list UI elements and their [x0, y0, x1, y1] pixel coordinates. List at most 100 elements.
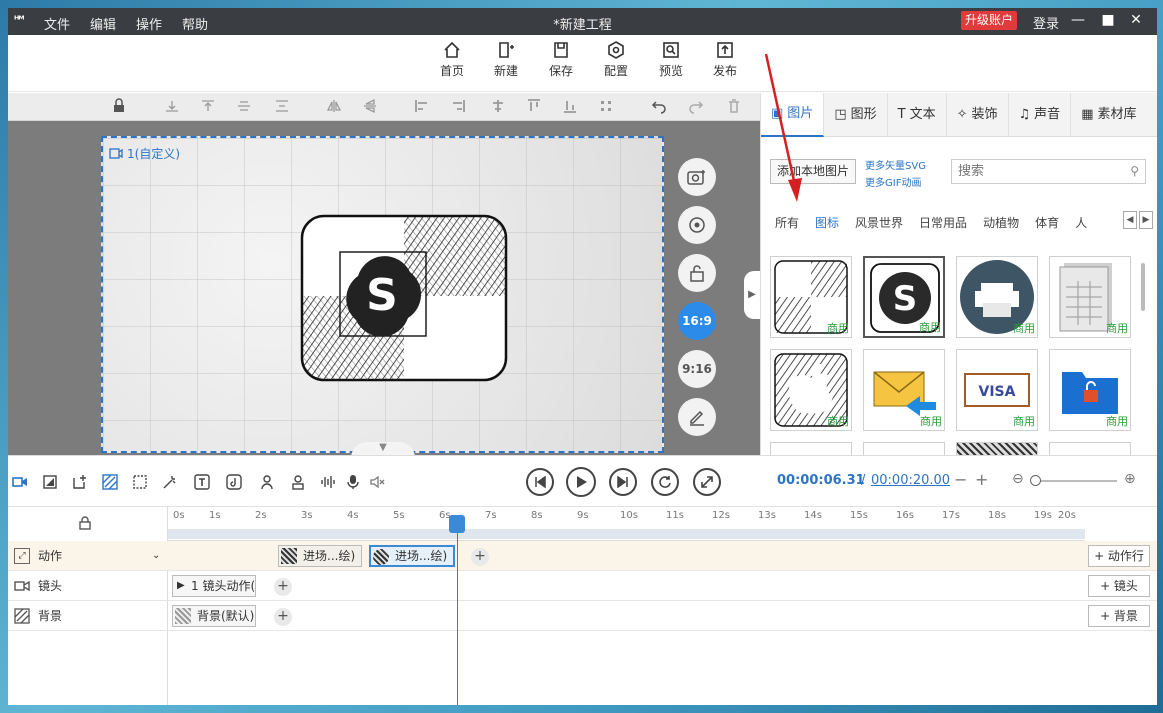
maximize-icon[interactable]: ■ [1098, 12, 1118, 28]
timeline-lock-icon[interactable] [78, 516, 92, 530]
align-right-icon[interactable] [450, 98, 466, 114]
zoom-slider-handle[interactable] [1030, 475, 1041, 486]
tab-text[interactable]: T 文本 [888, 93, 947, 137]
config-button[interactable]: 配置 [594, 41, 638, 79]
action-clip[interactable]: 进场...绘) [278, 545, 362, 567]
asset-item[interactable] [863, 442, 945, 455]
more-svg-link[interactable]: 更多矢量SVG [865, 157, 926, 172]
align-top-icon[interactable] [200, 98, 216, 114]
publish-button[interactable]: 发布 [703, 41, 747, 79]
undo-icon[interactable] [651, 98, 667, 114]
action-clip-selected[interactable]: 进场...绘) [369, 545, 455, 567]
asset-item[interactable]: 商用 [770, 349, 852, 431]
asset-item[interactable]: 商用 [1049, 349, 1131, 431]
login-button[interactable]: 登录 [1033, 13, 1059, 32]
align-bottom-edge-icon[interactable] [562, 98, 578, 114]
magic-icon[interactable] [162, 474, 178, 490]
fullscreen-button[interactable] [693, 468, 721, 496]
track-action-header[interactable]: ⤢ 动作 ⌄ [14, 547, 164, 564]
align-center-horizontal-icon[interactable] [490, 98, 506, 114]
zoom-out-icon[interactable]: ⊖ [1012, 471, 1024, 487]
category-sports[interactable]: 体育 [1035, 214, 1059, 231]
background-clip[interactable]: 背景(默认) [172, 605, 256, 627]
menu-help[interactable]: 帮助 [182, 14, 208, 33]
grid-distribute-icon[interactable] [598, 98, 614, 114]
play-button[interactable] [566, 467, 596, 497]
loop-button[interactable] [651, 468, 679, 496]
mute-icon[interactable] [369, 474, 385, 490]
person-icon[interactable] [259, 474, 275, 490]
text-box-icon[interactable] [194, 474, 210, 490]
save-button[interactable]: 保存 [539, 41, 583, 79]
category-scenery[interactable]: 风景世界 [855, 214, 903, 231]
asset-item[interactable]: 商用 [770, 256, 852, 338]
menu-operate[interactable]: 操作 [136, 14, 162, 33]
chevron-down-icon[interactable]: ⌄ [152, 550, 160, 561]
edit-button[interactable] [678, 398, 716, 436]
skip-end-button[interactable] [609, 468, 637, 496]
panel-collapse-handle[interactable]: ▶ [744, 271, 760, 319]
tab-decoration[interactable]: ✧ 装饰 [947, 93, 1009, 137]
category-all[interactable]: 所有 [775, 214, 799, 231]
scene-stage[interactable]: 1(自定义) S [101, 136, 664, 453]
add-camera-button[interactable]: + 镜头 [1088, 575, 1150, 597]
skype-sketch-graphic[interactable]: S [300, 214, 510, 384]
flip-vertical-icon[interactable] [362, 98, 378, 114]
ratio-16-9-button[interactable]: 16:9 [678, 302, 716, 340]
close-icon[interactable]: ✕ [1126, 12, 1146, 28]
search-icon[interactable]: ⚲ [1130, 164, 1139, 178]
align-left-icon[interactable] [414, 98, 430, 114]
audio-wave-icon[interactable] [320, 474, 336, 490]
delete-icon[interactable] [726, 98, 742, 114]
preview-button[interactable]: 预览 [649, 41, 693, 79]
redo-icon[interactable] [688, 98, 704, 114]
background-icon[interactable] [102, 474, 118, 490]
minimize-icon[interactable]: — [1068, 12, 1088, 28]
category-animals[interactable]: 动植物 [983, 214, 1019, 231]
playhead-handle[interactable] [449, 515, 465, 533]
collapse-timeline-toggle[interactable]: ▼ [351, 442, 415, 455]
search-input[interactable] [952, 160, 1122, 183]
asset-item[interactable]: 商用 [956, 256, 1038, 338]
category-prev-button[interactable]: ◀ [1123, 211, 1137, 229]
camera-clip[interactable]: ▶ 1 镜头动作( [172, 575, 256, 597]
asset-item[interactable]: 商用 [1049, 256, 1131, 338]
total-time[interactable]: 00:00:20.00 [871, 473, 950, 488]
new-button[interactable]: 新建 [484, 41, 528, 79]
asset-scrollbar[interactable] [1141, 263, 1145, 311]
asset-item[interactable]: 商用 [863, 349, 945, 431]
menu-file[interactable]: 文件 [44, 14, 70, 33]
timeline-range-bar[interactable] [168, 529, 1085, 539]
camera-icon[interactable] [12, 474, 28, 490]
distribute-icon[interactable] [274, 98, 290, 114]
category-daily[interactable]: 日常用品 [919, 214, 967, 231]
zoom-slider[interactable] [1035, 480, 1117, 482]
track-background-header[interactable]: 背景 [14, 607, 62, 624]
add-camera-clip-button[interactable]: + [274, 578, 292, 596]
add-action-row-button[interactable]: + 动作行 [1088, 545, 1150, 567]
tab-sound[interactable]: ♫ 声音 [1009, 93, 1072, 137]
unlock-button[interactable] [678, 254, 716, 292]
lock-icon[interactable] [111, 98, 127, 114]
asset-item[interactable]: VISA 商用 [956, 349, 1038, 431]
microphone-icon[interactable] [345, 474, 361, 490]
category-people[interactable]: 人 [1075, 214, 1087, 231]
menu-edit[interactable]: 编辑 [90, 14, 116, 33]
asset-item[interactable] [956, 442, 1038, 455]
upgrade-account-button[interactable]: 升级账户 [961, 11, 1018, 30]
rotate-button[interactable] [678, 206, 716, 244]
mask-icon[interactable] [132, 474, 148, 490]
add-frame-icon[interactable] [72, 474, 88, 490]
decrease-duration-button[interactable]: − [954, 470, 967, 489]
character-icon[interactable] [290, 474, 306, 490]
add-action-clip-button[interactable]: + [471, 548, 489, 566]
home-button[interactable]: 首页 [430, 41, 474, 79]
tab-library[interactable]: ▦ 素材库 [1071, 93, 1146, 137]
category-next-button[interactable]: ▶ [1139, 211, 1153, 229]
align-bottom-icon[interactable] [164, 98, 180, 114]
tab-shape[interactable]: ◳ 图形 [824, 93, 888, 137]
more-gif-link[interactable]: 更多GIF动画 [865, 174, 921, 189]
flip-horizontal-icon[interactable] [326, 98, 342, 114]
add-background-clip-button[interactable]: + [274, 608, 292, 626]
asset-item[interactable]: S 商用 [863, 256, 945, 338]
